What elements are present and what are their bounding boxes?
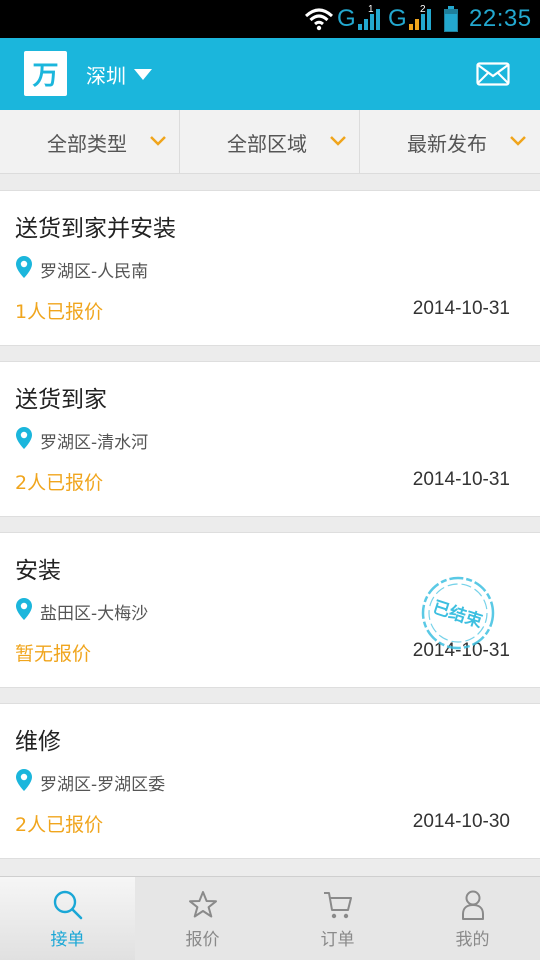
listing-location: 罗湖区-人民南 [40, 262, 149, 282]
tab-label: 订单 [320, 930, 355, 950]
network-type-sim1: G [337, 5, 356, 32]
caret-down-icon [134, 68, 152, 80]
location-pin-icon [16, 256, 32, 278]
bottom-nav: 接单 报价 订单 我的 [0, 876, 540, 960]
status-bar: G 1 G 2 22:35 [0, 0, 540, 38]
list-item[interactable]: 送货到家并安装 罗湖区-人民南 1人已报价 2014-10-31 [0, 190, 540, 346]
listing-title: 送货到家 [15, 387, 107, 413]
listing-title: 送货到家并安装 [15, 216, 176, 242]
tab-label: 接单 [50, 930, 85, 950]
network-type-sim2: G [388, 5, 407, 32]
quote-status: 2人已报价 [15, 814, 104, 836]
ended-stamp: 已结束 [421, 576, 495, 650]
chevron-down-icon [330, 136, 346, 146]
cart-icon [323, 892, 352, 919]
quote-status: 1人已报价 [15, 301, 104, 323]
tab-orders[interactable]: 订单 [270, 877, 405, 960]
listing-title: 安装 [15, 558, 61, 584]
chevron-down-icon [510, 136, 526, 146]
filter-area[interactable]: 全部区域 [227, 110, 307, 174]
app-header: 万 深圳 [0, 38, 540, 110]
sim2-label: 2 [420, 3, 426, 15]
app-logo: 万 [24, 51, 67, 96]
listing-date: 2014-10-31 [412, 469, 510, 490]
clock: 22:35 [469, 5, 532, 32]
city-selector[interactable]: 深圳 [86, 60, 152, 88]
filter-bar: 全部类型 全部区域 最新发布 [0, 110, 540, 174]
search-icon [53, 890, 82, 920]
list-item[interactable]: 维修 罗湖区-罗湖区委 2人已报价 2014-10-30 [0, 703, 540, 859]
listing-location: 罗湖区-罗湖区委 [40, 775, 166, 795]
location-pin-icon [16, 598, 32, 620]
filter-sort-label: 最新发布 [407, 131, 487, 156]
quote-status: 暂无报价 [15, 643, 92, 665]
battery-icon [443, 0, 459, 38]
star-icon [188, 891, 217, 918]
tab-orders-receive[interactable]: 接单 [0, 877, 135, 960]
listing-location: 罗湖区-清水河 [40, 433, 149, 453]
filter-type-label: 全部类型 [47, 131, 127, 156]
location-pin-icon [16, 427, 32, 449]
filter-area-label: 全部区域 [227, 131, 307, 156]
chevron-down-icon [150, 136, 166, 146]
user-icon [461, 890, 484, 920]
listing-title: 维修 [15, 729, 61, 755]
quote-status: 2人已报价 [15, 472, 104, 494]
filter-divider [359, 110, 360, 174]
tab-label: 报价 [185, 930, 220, 950]
filter-sort[interactable]: 最新发布 [407, 110, 487, 174]
tab-profile[interactable]: 我的 [405, 877, 540, 960]
ended-stamp-text: 已结束 [430, 597, 485, 633]
sim1-label: 1 [368, 3, 374, 15]
filter-divider [179, 110, 180, 174]
city-label: 深圳 [86, 63, 126, 88]
list-item[interactable]: 安装 盐田区-大梅沙 暂无报价 2014-10-31 已结束 [0, 532, 540, 688]
wifi-icon [304, 0, 334, 38]
listing-date: 2014-10-30 [412, 811, 510, 832]
mail-icon[interactable] [476, 62, 510, 86]
tab-label: 我的 [455, 930, 490, 950]
listing-location: 盐田区-大梅沙 [40, 604, 149, 624]
tab-quotes[interactable]: 报价 [135, 877, 270, 960]
listing-date: 2014-10-31 [412, 298, 510, 319]
filter-type[interactable]: 全部类型 [47, 110, 127, 174]
location-pin-icon [16, 769, 32, 791]
list-item[interactable]: 送货到家 罗湖区-清水河 2人已报价 2014-10-31 [0, 361, 540, 517]
